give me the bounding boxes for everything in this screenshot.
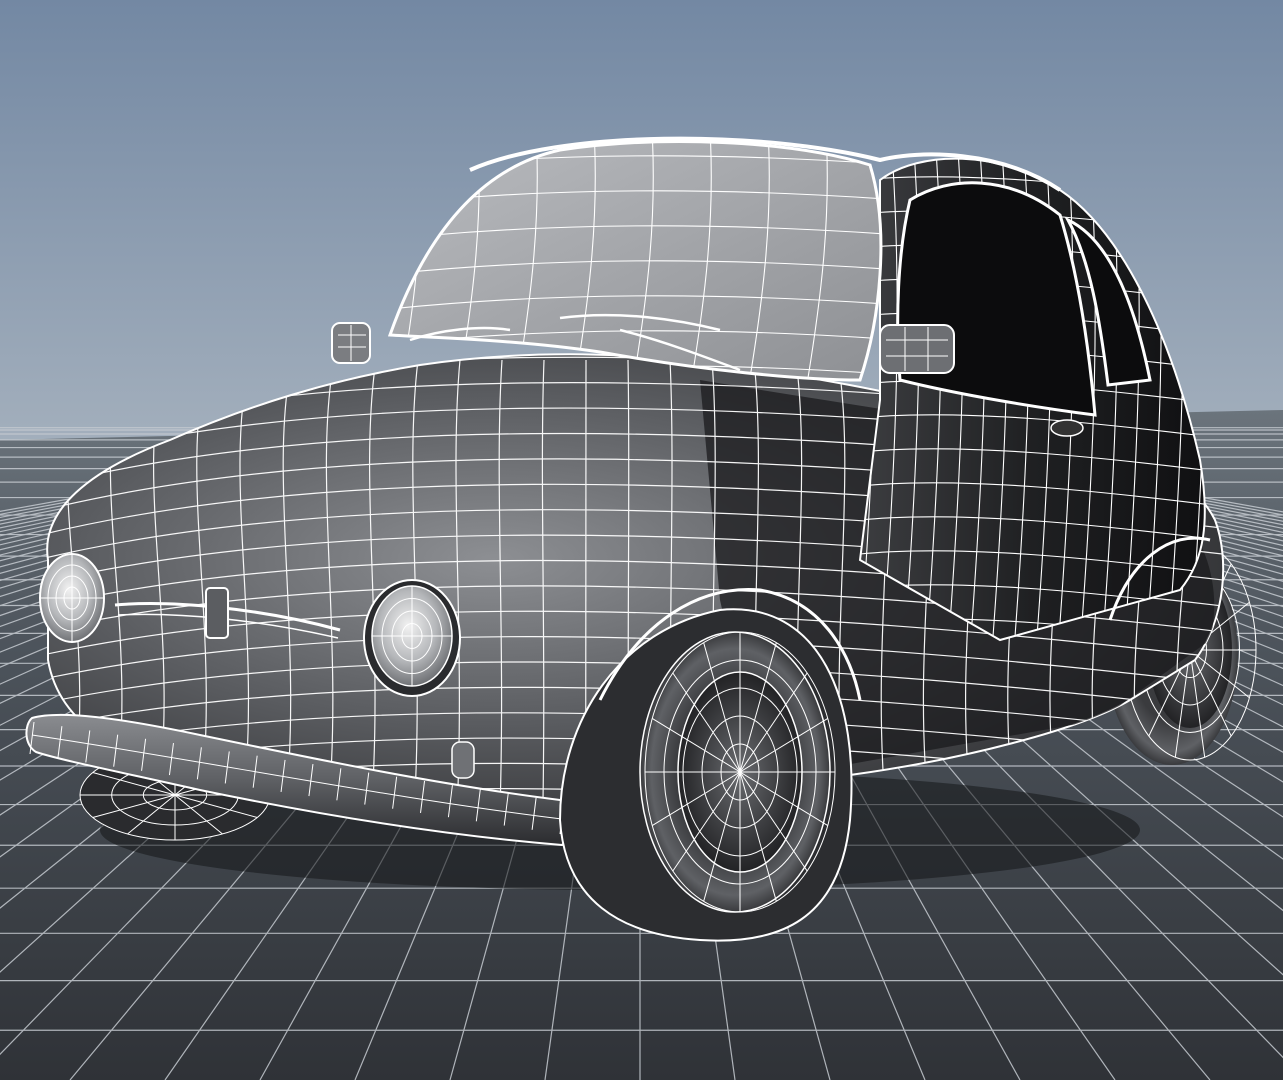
right-headlight <box>363 579 461 697</box>
right-mirror <box>879 324 955 374</box>
viewport-canvas[interactable] <box>0 0 1283 1080</box>
left-headlight <box>39 553 105 643</box>
3d-viewport[interactable] <box>0 0 1283 1080</box>
left-mirror <box>331 322 371 364</box>
door-handle <box>1050 419 1084 437</box>
turn-signal <box>451 741 475 779</box>
